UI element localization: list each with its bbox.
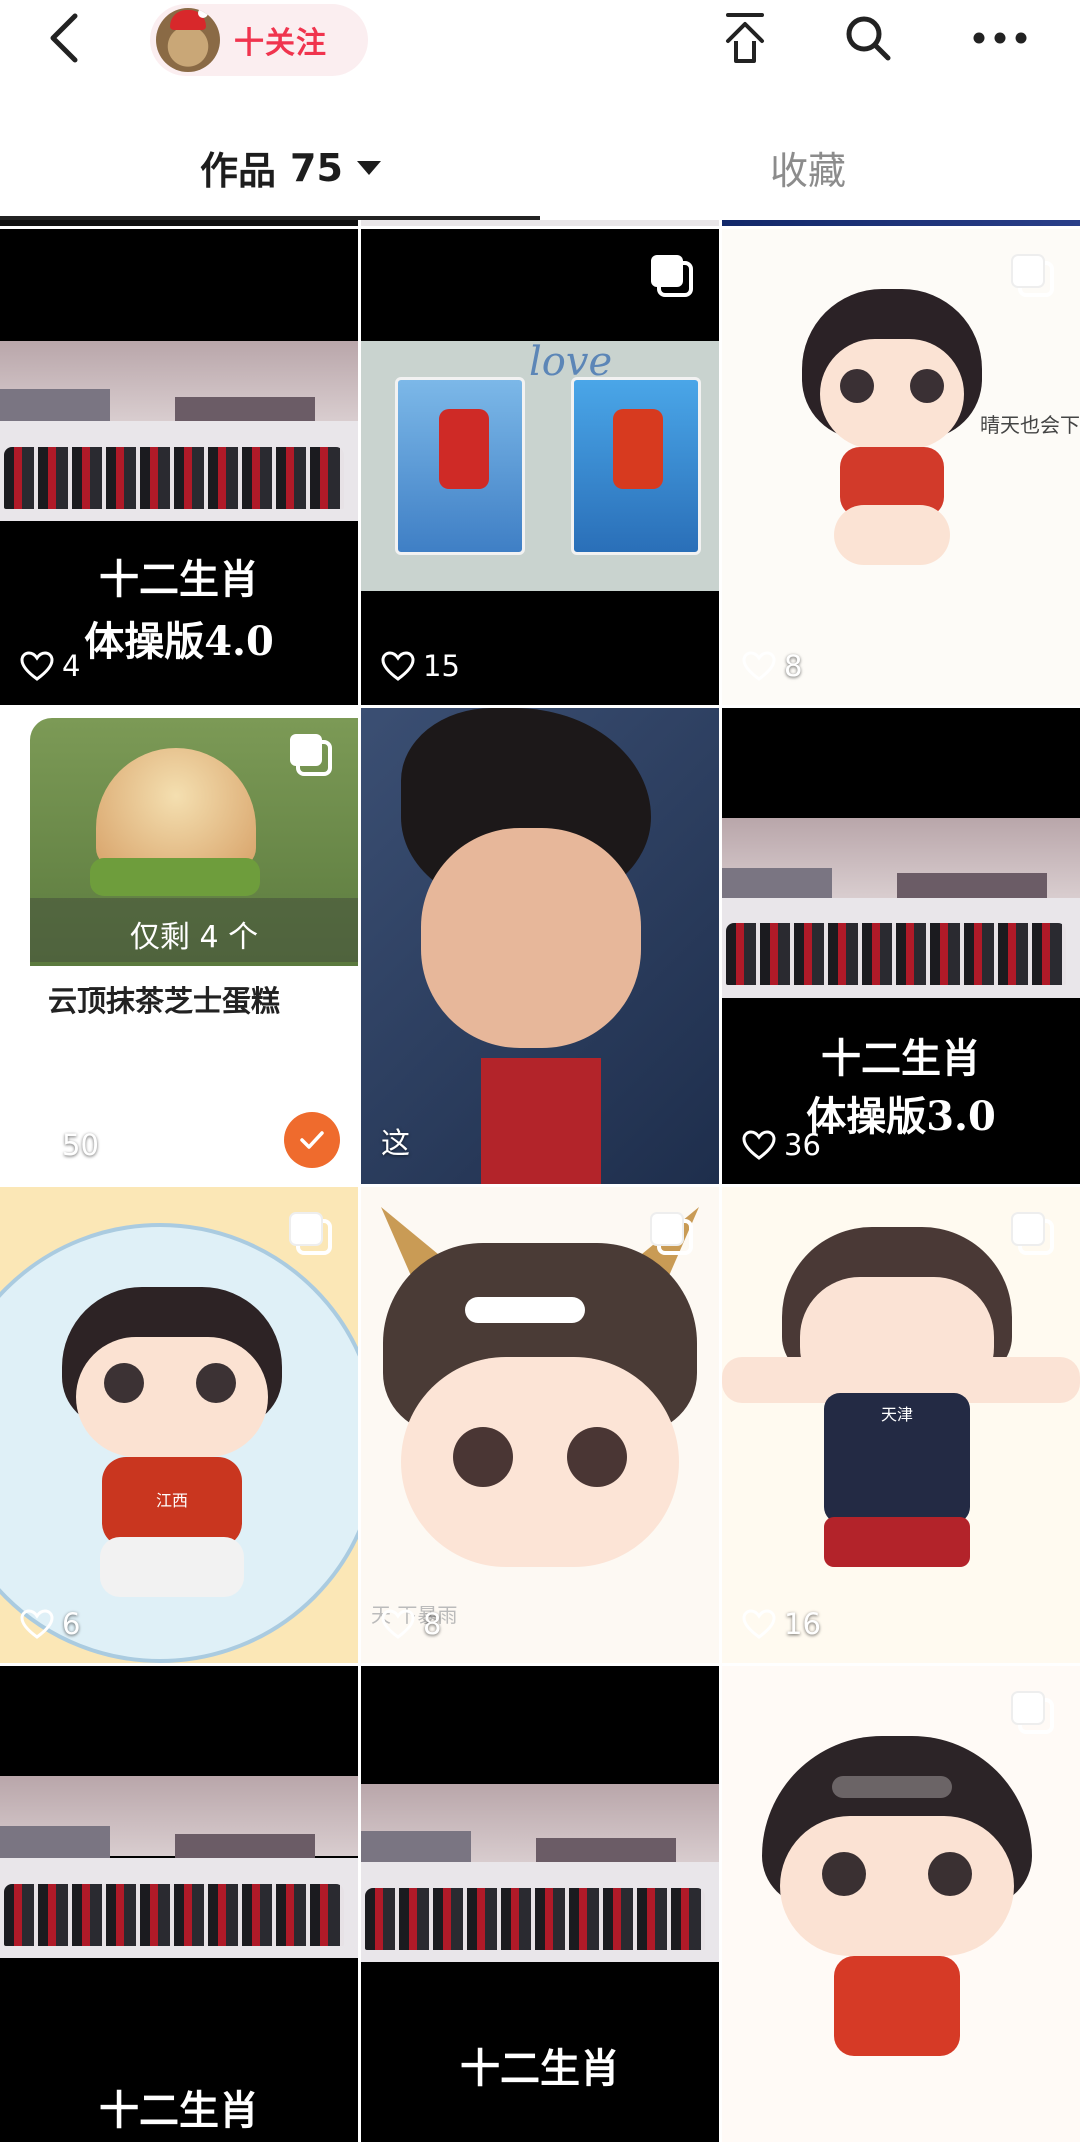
work-tile[interactable]: 19: [722, 220, 1080, 226]
more-icon: [973, 32, 1027, 44]
like-count: 6: [20, 1607, 80, 1641]
multi-image-icon: [650, 1212, 693, 1255]
heart-icon: [742, 1609, 776, 1639]
work-tile[interactable]: 十二生肖: [361, 1666, 719, 2142]
heart-icon: [20, 651, 54, 681]
multi-image-icon: [289, 1212, 332, 1255]
like-count: 这: [381, 1126, 411, 1160]
like-count: 16: [742, 1607, 821, 1641]
heart-icon: [381, 1609, 415, 1639]
caption-title: 十二生肖: [99, 556, 259, 603]
tab-works-label: 作品: [200, 149, 277, 193]
caption-title: 十二生肖: [821, 1035, 981, 1082]
work-tile[interactable]: love 15: [361, 229, 719, 705]
like-count: 15: [381, 649, 460, 683]
check-icon: [300, 1131, 324, 1149]
work-tile[interactable]: 晴天也会下 8: [722, 229, 1080, 705]
work-tile[interactable]: 天 下暴雨 8: [361, 1187, 719, 1663]
search-button[interactable]: [838, 8, 898, 68]
share-up-icon: [726, 13, 764, 63]
jersey-text: 江西: [155, 1491, 188, 1510]
work-tile[interactable]: 仅剩 4 个 云顶抹茶芝士蛋糕 50: [0, 708, 358, 1184]
heart-icon: [742, 651, 776, 681]
multi-image-icon: [651, 255, 693, 297]
work-tile[interactable]: 7: [361, 220, 719, 226]
like-count: 36: [742, 1128, 821, 1162]
work-tile[interactable]: 这: [361, 708, 719, 1184]
multi-image-icon: [1011, 1212, 1054, 1255]
work-tile[interactable]: 22: [0, 220, 358, 226]
work-tile[interactable]: 十二生肖 体操版4.0 4: [0, 229, 358, 705]
follow-label: 十关注: [234, 26, 327, 61]
avatar: [156, 8, 220, 72]
work-tile[interactable]: 十二生肖 体操版3.0 36: [722, 708, 1080, 1184]
tab-works-count: 75: [290, 145, 343, 190]
profile-tabs: 作品 75 收藏: [0, 80, 1080, 220]
multi-image-icon: [1011, 254, 1054, 297]
caption-title: 十二生肖: [99, 2087, 259, 2134]
tab-favorites[interactable]: 收藏: [770, 140, 846, 195]
works-grid: 22 7 19 十二生肖 体操版4.0 4 love: [0, 220, 1080, 2145]
caption-title: 十二生肖: [460, 2045, 620, 2092]
work-tile[interactable]: [722, 1666, 1080, 2142]
heart-icon: [20, 1609, 54, 1639]
heart-icon: [742, 1130, 776, 1160]
heart-icon: [381, 651, 415, 681]
like-count: 8: [742, 649, 802, 683]
heart-icon: [20, 1130, 54, 1160]
caret-down-icon: [356, 160, 381, 175]
multi-image-icon: [1011, 1691, 1054, 1734]
purchase-badge[interactable]: [284, 1112, 340, 1168]
share-button[interactable]: [715, 8, 775, 68]
work-tile[interactable]: 江西 6: [0, 1187, 358, 1663]
sticker-text: 晴天也会下: [980, 413, 1080, 437]
top-bar: 十关注: [0, 0, 1080, 80]
product-stock: 仅剩 4 个: [129, 920, 259, 955]
product-name: 云顶抹茶芝士蛋糕: [48, 984, 281, 1018]
like-count: 8: [381, 1607, 441, 1641]
more-button[interactable]: [970, 8, 1030, 68]
back-icon: [50, 13, 78, 63]
back-button[interactable]: [40, 8, 88, 68]
tab-works[interactable]: 作品 75: [200, 140, 381, 195]
work-tile[interactable]: 天津 16: [722, 1187, 1080, 1663]
like-count: 4: [20, 649, 80, 683]
multi-image-icon: [290, 734, 332, 776]
follow-button[interactable]: 十关注: [150, 4, 368, 76]
jersey-text: 天津: [880, 1405, 913, 1424]
search-icon: [846, 16, 891, 61]
work-tile[interactable]: 十二生肖: [0, 1666, 358, 2142]
like-count: 50: [20, 1128, 99, 1162]
